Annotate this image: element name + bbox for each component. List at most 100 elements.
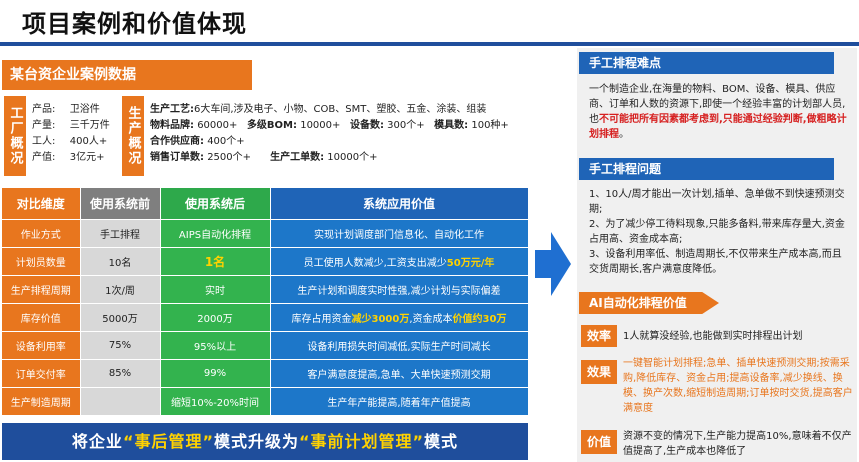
cell-value: 生产年产能提高,随着年产值提高 — [270, 387, 529, 416]
cell-value: 生产计划和调度实时性强,减少计划与实际偏差 — [270, 275, 529, 304]
cell-dimension: 计划员数量 — [2, 247, 81, 276]
cell-after: 95%以上 — [160, 331, 271, 360]
materials-line: 物料品牌: 60000+ 多级BOM: 10000+ 设备数: 300个+ 模具… — [150, 118, 530, 134]
process-line: 生产工艺:6大车间,涉及电子、小物、COB、SMT、塑胶、五金、涂装、组装 — [150, 102, 530, 118]
factory-row-label: 产值: — [32, 152, 56, 163]
cell-dimension: 库存价值 — [2, 303, 81, 332]
banner-text: 将企业 — [71, 432, 123, 451]
factory-row-value: 卫浴件 — [69, 104, 100, 115]
effect-text: 一键智能计划排程;急单、插单快速预测交期;按需采购,降低库存、资金占用;提高设备… — [623, 358, 853, 414]
value-text: 客户满意度提高,急单、大单快速预测交期 — [307, 369, 491, 381]
banner-text: 模式升级为 — [213, 432, 299, 451]
header-dimension: 对比维度 — [2, 188, 81, 220]
cell-after: 2000万 — [160, 303, 271, 332]
value-text: 员工使用人数减少,工资支出减少 — [303, 257, 447, 269]
production-overview-tag: 生产概况 — [122, 96, 144, 176]
cell-after: 缩短10%-20%时间 — [160, 387, 271, 416]
table-row: 作业方式 手工排程 AIPS自动化排程 实现计划调度部门信息化、自动化工作 — [2, 219, 529, 248]
factory-row-value: 400人+ — [69, 136, 108, 147]
device-value: 300个+ — [387, 120, 425, 131]
value-text: 库存占用资金 — [291, 313, 352, 325]
value-highlight-2: 价值约30万 — [452, 313, 507, 325]
cell-after: AIPS自动化排程 — [160, 219, 271, 248]
value-text: 实现计划调度部门信息化、自动化工作 — [314, 229, 484, 241]
header-before: 使用系统前 — [80, 188, 161, 220]
cell-after: 实时 — [160, 275, 271, 304]
orders-line: 销售订单数: 2500个+ 生产工单数: 10000个+ — [150, 150, 530, 166]
factory-row-value: 三千万件 — [69, 120, 110, 131]
cell-dimension: 设备利用率 — [2, 331, 81, 360]
table-header-row: 对比维度 使用系统前 使用系统后 系统应用价值 — [2, 188, 529, 220]
summary-banner: 将企业“事后管理”模式升级为“事前计划管理”模式 — [2, 423, 528, 460]
efficiency-tag: 效率 — [581, 325, 617, 347]
supplier-label: 合作供应商: — [150, 136, 204, 147]
prod-order-value: 10000个+ — [327, 152, 378, 163]
ai-value-title: AI自动化排程价值 — [579, 292, 719, 314]
case-title: 某台资企业案例数据 — [2, 60, 252, 90]
difficulty-title: 手工排程难点 — [579, 52, 834, 74]
cell-value: 实现计划调度部门信息化、自动化工作 — [270, 219, 529, 248]
mold-value: 100种+ — [471, 120, 509, 131]
factory-row: 产值: 3亿元+ — [32, 150, 110, 166]
supplier-line: 合作供应商: 400个+ — [150, 134, 530, 150]
banner-text: 模式 — [424, 432, 459, 451]
factory-row-label: 产品: — [32, 104, 56, 115]
difficulty-text-b: 。 — [619, 129, 629, 140]
sales-label: 销售订单数: — [150, 152, 204, 163]
cell-dimension: 生产制造周期 — [2, 387, 81, 416]
bom-value: 10000+ — [300, 120, 341, 131]
header-after: 使用系统后 — [160, 188, 271, 220]
cell-value: 员工使用人数减少,工资支出减少50万元/年 — [270, 247, 529, 276]
supplier-value: 400个+ — [207, 136, 245, 147]
factory-row-label: 产量: — [32, 120, 56, 131]
cell-before: 75% — [80, 331, 161, 360]
table-row: 计划员数量 10名 1名 员工使用人数减少,工资支出减少50万元/年 — [2, 247, 529, 276]
factory-row: 产量: 三千万件 — [32, 118, 110, 134]
problem-title: 手工排程问题 — [579, 158, 834, 180]
value-text: 设备利用损失时间减低,实际生产时间减长 — [307, 341, 491, 353]
banner-highlight: “事后管理” — [122, 432, 214, 451]
mold-label: 模具数: — [434, 120, 469, 131]
problem-list: 1、10人/周才能出一次计划,插单、急单做不到快速预测交期; 2、为了减少停工待… — [589, 187, 851, 277]
cell-value: 设备利用损失时间减低,实际生产时间减长 — [270, 331, 529, 360]
prod-order-label: 生产工单数: — [270, 152, 325, 163]
cell-dimension: 作业方式 — [2, 219, 81, 248]
brand-value: 60000+ — [197, 120, 238, 131]
cell-before: 85% — [80, 359, 161, 388]
brand-label: 物料品牌: — [150, 120, 194, 131]
cell-before: 手工排程 — [80, 219, 161, 248]
factory-row-label: 工人: — [32, 136, 56, 147]
cell-after: 99% — [160, 359, 271, 388]
problem-item: 3、设备利用率低、制造周期长,不仅带来生产成本高,而且交货周期长,客户满意度降低… — [589, 249, 842, 275]
cell-before: 5000万 — [80, 303, 161, 332]
factory-overview-tag: 工厂概况 — [4, 96, 26, 176]
value-highlight: 减少3000万 — [351, 313, 410, 325]
difficulty-text: 一个制造企业,在海量的物料、BOM、设备、模具、供应商、订单和人数的资源下,即使… — [589, 82, 847, 142]
factory-overview-list: 产品: 卫浴件 产量: 三千万件 工人: 400人+ 产值: 3亿元+ — [32, 102, 110, 166]
cell-before — [80, 387, 161, 416]
factory-row: 产品: 卫浴件 — [32, 102, 110, 118]
process-label: 生产工艺: — [150, 104, 194, 115]
efficiency-text: 1人就算没经验,也能做到实时排程出计划 — [623, 331, 803, 342]
table-row: 生产制造周期 缩短10%-20%时间 生产年产能提高,随着年产值提高 — [2, 387, 529, 416]
production-overview-list: 生产工艺:6大车间,涉及电子、小物、COB、SMT、塑胶、五金、涂装、组装 物料… — [150, 102, 530, 166]
table-row: 设备利用率 75% 95%以上 设备利用损失时间减低,实际生产时间减长 — [2, 331, 529, 360]
sales-value: 2500个+ — [207, 152, 252, 163]
cell-value: 库存占用资金减少3000万,资金成本价值约30万 — [270, 303, 529, 332]
comparison-table: 对比维度 使用系统前 使用系统后 系统应用价值 作业方式 手工排程 AIPS自动… — [2, 188, 529, 416]
problem-item: 2、为了减少停工待料现象,只能多备料,带来库存量大,资金占用高、资金成本高; — [589, 219, 845, 245]
value-text: 生产年产能提高,随着年产值提高 — [327, 397, 471, 409]
value-tag: 价值 — [581, 430, 617, 454]
effect-tag: 效果 — [581, 360, 617, 384]
value-text: 资源不变的情况下,生产能力提高10%,意味着不仅产值提高了,生产成本也降低了 — [623, 431, 852, 457]
right-arrow-icon — [535, 232, 571, 296]
factory-row-value: 3亿元+ — [69, 152, 105, 163]
header-value: 系统应用价值 — [270, 188, 529, 220]
cell-after: 1名 — [160, 247, 271, 276]
value-text: 生产计划和调度实时性强,减少计划与实际偏差 — [297, 285, 501, 297]
right-panel: 手工排程难点 一个制造企业,在海量的物料、BOM、设备、模具、供应商、订单和人数… — [577, 48, 857, 462]
cell-dimension: 生产排程周期 — [2, 275, 81, 304]
value-text-b: ,资金成本 — [409, 313, 453, 325]
cell-before: 1次/周 — [80, 275, 161, 304]
cell-value: 客户满意度提高,急单、大单快速预测交期 — [270, 359, 529, 388]
